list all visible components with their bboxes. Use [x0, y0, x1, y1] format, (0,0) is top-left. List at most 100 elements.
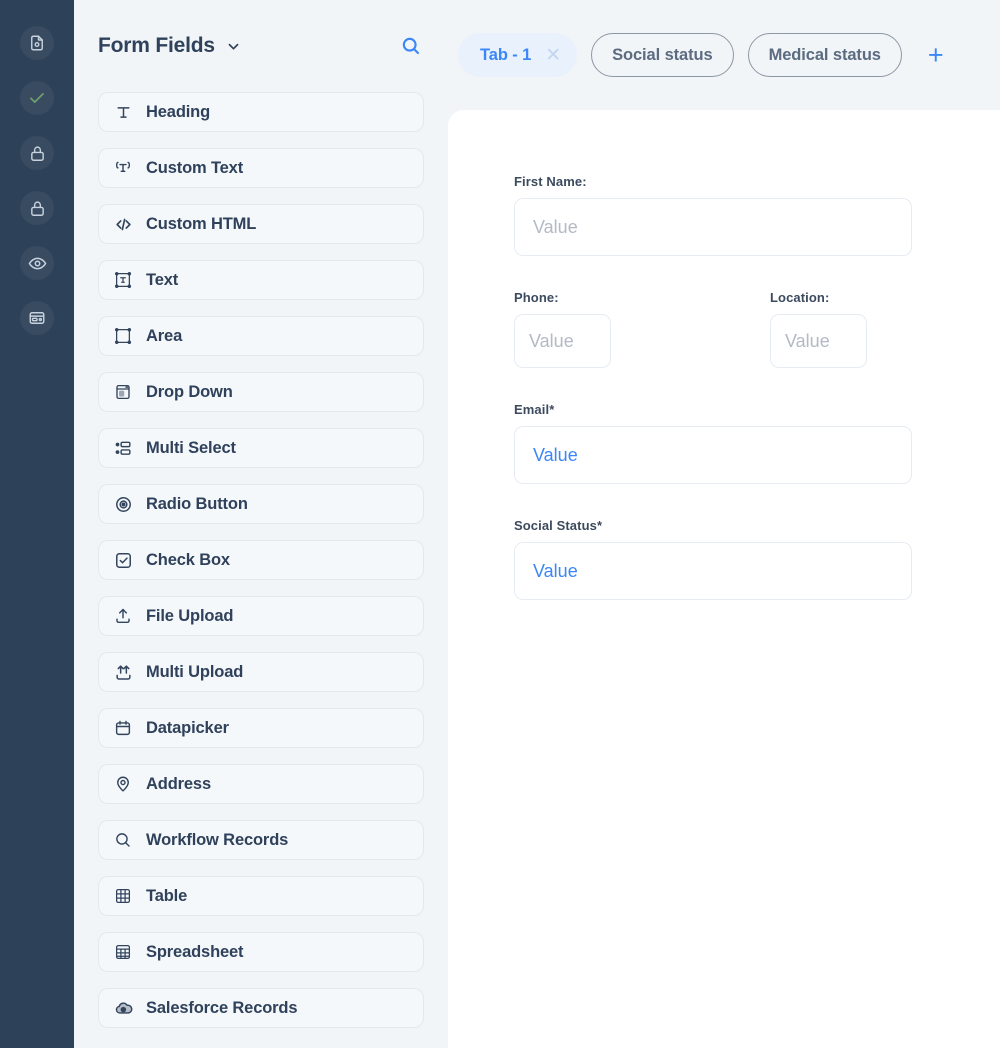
check-box-icon — [112, 549, 134, 571]
check-icon — [28, 89, 46, 107]
form-row-email: Email* Value — [514, 402, 1000, 484]
field-location: Location: Value — [770, 290, 867, 368]
phone-input[interactable]: Value — [514, 314, 611, 368]
tab-bar: Tab - 1 ✕ Social status Medical status + — [448, 0, 1000, 110]
input-value: Value — [533, 444, 578, 465]
field-label: Phone: — [514, 290, 559, 305]
input-placeholder: Value — [785, 330, 830, 351]
field-social-status: Social Status* Value — [514, 518, 1000, 600]
field-item-table[interactable]: Table — [98, 876, 424, 916]
lock-icon — [29, 145, 46, 162]
rail-item-layout[interactable] — [20, 301, 54, 335]
document-icon — [28, 34, 46, 52]
social-status-input[interactable]: Value — [514, 542, 912, 600]
calendar-icon — [112, 717, 134, 739]
field-item-label: Salesforce Records — [146, 998, 298, 1017]
rail-item-approved[interactable] — [20, 81, 54, 115]
multi-upload-icon — [112, 661, 134, 683]
table-grid-icon — [112, 885, 134, 907]
field-item-text[interactable]: Text — [98, 260, 424, 300]
field-list: Heading Custom Text Custom HTML Text Are… — [74, 92, 448, 1028]
rail-item-permissions[interactable] — [20, 191, 54, 225]
dropdown-icon — [112, 381, 134, 403]
upload-icon — [112, 605, 134, 627]
field-label: Social Status* — [514, 518, 1000, 533]
field-item-salesforce-records[interactable]: Salesforce Records — [98, 988, 424, 1028]
chevron-down-icon[interactable] — [226, 39, 241, 54]
tab-label: Tab - 1 — [480, 45, 532, 64]
form-canvas: First Name: Value Phone: Value Location: — [448, 110, 1000, 1048]
form-fields-header: Form Fields — [74, 0, 448, 92]
field-item-workflow-records[interactable]: Workflow Records — [98, 820, 424, 860]
field-item-multi-upload[interactable]: Multi Upload — [98, 652, 424, 692]
form-row-social-status: Social Status* Value — [514, 518, 1000, 600]
field-label-text: Email — [514, 402, 550, 417]
required-marker: * — [549, 402, 555, 417]
field-item-custom-html[interactable]: Custom HTML — [98, 204, 424, 244]
rail-item-document[interactable] — [20, 26, 54, 60]
spreadsheet-icon — [112, 941, 134, 963]
field-email: Email* Value — [514, 402, 1000, 484]
add-tab-button[interactable]: + — [920, 41, 952, 69]
card-icon — [28, 309, 46, 327]
input-placeholder: Value — [533, 216, 578, 237]
rail-item-preview[interactable] — [20, 246, 54, 280]
location-input[interactable]: Value — [770, 314, 867, 368]
form-builder-area: Tab - 1 ✕ Social status Medical status +… — [448, 0, 1000, 1048]
field-phone: Phone: Value — [514, 290, 611, 368]
tab-medical-status[interactable]: Medical status — [747, 33, 902, 77]
field-item-heading[interactable]: Heading — [98, 92, 424, 132]
field-label: Location: — [770, 290, 830, 305]
salesforce-cloud-icon — [112, 997, 134, 1019]
form-fields-panel: Form Fields Heading Custom Text Custom H… — [74, 0, 448, 1048]
field-item-label: Custom HTML — [146, 214, 257, 233]
search-icon[interactable] — [398, 33, 424, 59]
field-item-file-upload[interactable]: File Upload — [98, 596, 424, 636]
lock-alt-icon — [29, 200, 46, 217]
map-pin-icon — [112, 773, 134, 795]
text-field-icon — [112, 269, 134, 291]
field-label: First Name: — [514, 174, 587, 189]
field-item-label: Drop Down — [146, 382, 233, 401]
field-item-spreadsheet[interactable]: Spreadsheet — [98, 932, 424, 972]
field-item-area[interactable]: Area — [98, 316, 424, 356]
field-item-check-box[interactable]: Check Box — [98, 540, 424, 580]
tab-label: Medical status — [768, 45, 881, 64]
field-item-multi-select[interactable]: Multi Select — [98, 428, 424, 468]
input-value: Value — [533, 560, 578, 581]
email-input[interactable]: Value — [514, 426, 912, 484]
field-item-label: Datapicker — [146, 718, 229, 737]
field-item-label: Multi Select — [146, 438, 236, 457]
first-name-input[interactable]: Value — [514, 198, 912, 256]
icon-rail — [0, 0, 74, 1048]
code-brackets-icon — [112, 213, 134, 235]
heading-text-icon — [112, 101, 134, 123]
tab-social-status[interactable]: Social status — [591, 33, 734, 77]
field-item-label: Multi Upload — [146, 662, 244, 681]
field-item-label: Heading — [146, 102, 211, 121]
field-item-datapicker[interactable]: Datapicker — [98, 708, 424, 748]
rail-item-locked[interactable] — [20, 136, 54, 170]
field-item-label: Spreadsheet — [146, 942, 244, 961]
tab-label: Social status — [612, 45, 713, 64]
multi-select-icon — [112, 437, 134, 459]
field-item-label: Custom Text — [146, 158, 244, 177]
field-item-label: Area — [146, 326, 183, 345]
required-marker: * — [596, 518, 603, 533]
close-icon[interactable]: ✕ — [545, 46, 561, 65]
field-first-name: First Name: Value — [514, 174, 1000, 256]
field-item-label: Radio Button — [146, 494, 248, 513]
field-item-label: Address — [146, 774, 211, 793]
tab-tab-1[interactable]: Tab - 1 ✕ — [458, 33, 578, 77]
field-item-address[interactable]: Address — [98, 764, 424, 804]
field-item-drop-down[interactable]: Drop Down — [98, 372, 424, 412]
field-item-radio-button[interactable]: Radio Button — [98, 484, 424, 524]
field-item-custom-text[interactable]: Custom Text — [98, 148, 424, 188]
field-item-label: Workflow Records — [146, 830, 289, 849]
field-label: Email* — [514, 402, 1000, 417]
form-row-first-name: First Name: Value — [514, 174, 1000, 256]
eye-icon — [28, 254, 47, 273]
field-item-label: Table — [146, 886, 188, 905]
radio-button-icon — [112, 493, 134, 515]
field-item-label: Text — [146, 270, 179, 289]
